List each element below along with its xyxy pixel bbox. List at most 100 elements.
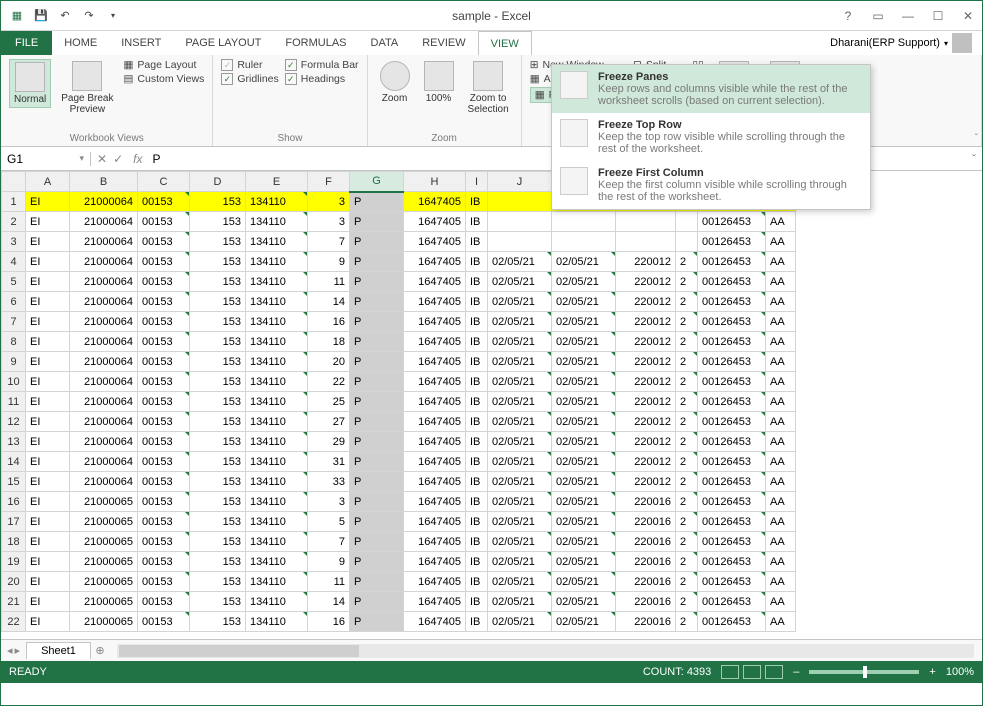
cell-I6[interactable]: IB [466,292,488,312]
cell-L15[interactable]: 220012 [616,472,676,492]
cell-N19[interactable]: 00126453 [698,552,766,572]
cell-L20[interactable]: 220016 [616,572,676,592]
cell-O20[interactable]: AA [766,572,796,592]
column-header-C[interactable]: C [138,172,190,192]
cell-C4[interactable]: 00153 [138,252,190,272]
worksheet-grid[interactable]: ABCDEFGHIJKLMNO1EI2100006400153153134110… [1,171,982,639]
cell-A3[interactable]: EI [26,232,70,252]
cell-M8[interactable]: 2 [676,332,698,352]
cell-G12[interactable]: P [350,412,404,432]
cell-N3[interactable]: 00126453 [698,232,766,252]
tab-view[interactable]: VIEW [478,31,532,55]
ruler-checkbox[interactable]: ✓Ruler [221,59,278,71]
cell-C6[interactable]: 00153 [138,292,190,312]
cell-F18[interactable]: 7 [308,532,350,552]
cell-K10[interactable]: 02/05/21 [552,372,616,392]
tab-data[interactable]: DATA [359,31,411,55]
cell-K8[interactable]: 02/05/21 [552,332,616,352]
cell-K5[interactable]: 02/05/21 [552,272,616,292]
cell-F19[interactable]: 9 [308,552,350,572]
cell-E19[interactable]: 134110 [246,552,308,572]
cell-E14[interactable]: 134110 [246,452,308,472]
cell-M4[interactable]: 2 [676,252,698,272]
cell-G5[interactable]: P [350,272,404,292]
select-all-corner[interactable] [2,172,26,192]
cell-J4[interactable]: 02/05/21 [488,252,552,272]
cell-M10[interactable]: 2 [676,372,698,392]
cell-M2[interactable] [676,212,698,232]
cell-N16[interactable]: 00126453 [698,492,766,512]
cell-M20[interactable]: 2 [676,572,698,592]
cell-N14[interactable]: 00126453 [698,452,766,472]
cell-J11[interactable]: 02/05/21 [488,392,552,412]
cell-M19[interactable]: 2 [676,552,698,572]
cell-D11[interactable]: 153 [190,392,246,412]
cell-D15[interactable]: 153 [190,472,246,492]
maximize-icon[interactable]: ☐ [924,5,952,27]
row-header-1[interactable]: 1 [2,192,26,212]
cell-A18[interactable]: EI [26,532,70,552]
cell-N4[interactable]: 00126453 [698,252,766,272]
cell-H4[interactable]: 1647405 [404,252,466,272]
expand-formula-bar-icon[interactable]: ˇ [966,152,982,166]
cell-O9[interactable]: AA [766,352,796,372]
row-header-2[interactable]: 2 [2,212,26,232]
cell-I1[interactable]: IB [466,192,488,212]
tab-insert[interactable]: INSERT [109,31,173,55]
cell-N18[interactable]: 00126453 [698,532,766,552]
cell-B18[interactable]: 21000065 [70,532,138,552]
save-icon[interactable]: 💾 [31,6,51,26]
cell-A4[interactable]: EI [26,252,70,272]
cell-M16[interactable]: 2 [676,492,698,512]
cell-K13[interactable]: 02/05/21 [552,432,616,452]
cell-H2[interactable]: 1647405 [404,212,466,232]
cell-C1[interactable]: 00153 [138,192,190,212]
help-icon[interactable]: ? [834,5,862,27]
cell-H5[interactable]: 1647405 [404,272,466,292]
cell-F6[interactable]: 14 [308,292,350,312]
cell-A9[interactable]: EI [26,352,70,372]
cell-E20[interactable]: 134110 [246,572,308,592]
cell-E12[interactable]: 134110 [246,412,308,432]
row-header-4[interactable]: 4 [2,252,26,272]
cell-D20[interactable]: 153 [190,572,246,592]
cell-C12[interactable]: 00153 [138,412,190,432]
cell-M22[interactable]: 2 [676,612,698,632]
cell-G4[interactable]: P [350,252,404,272]
cell-D8[interactable]: 153 [190,332,246,352]
cancel-formula-icon[interactable]: ✕ [97,152,107,166]
collapse-ribbon-icon[interactable]: ˇ [975,133,978,144]
cell-J13[interactable]: 02/05/21 [488,432,552,452]
cell-B16[interactable]: 21000065 [70,492,138,512]
cell-A5[interactable]: EI [26,272,70,292]
cell-D22[interactable]: 153 [190,612,246,632]
cell-B1[interactable]: 21000064 [70,192,138,212]
cell-H6[interactable]: 1647405 [404,292,466,312]
cell-N10[interactable]: 00126453 [698,372,766,392]
cell-K22[interactable]: 02/05/21 [552,612,616,632]
cell-J16[interactable]: 02/05/21 [488,492,552,512]
column-header-J[interactable]: J [488,172,552,192]
cell-O6[interactable]: AA [766,292,796,312]
row-header-20[interactable]: 20 [2,572,26,592]
cell-N15[interactable]: 00126453 [698,472,766,492]
cell-K6[interactable]: 02/05/21 [552,292,616,312]
cell-L19[interactable]: 220016 [616,552,676,572]
gridlines-checkbox[interactable]: ✓Gridlines [221,73,278,85]
cell-F13[interactable]: 29 [308,432,350,452]
cell-F4[interactable]: 9 [308,252,350,272]
cell-K21[interactable]: 02/05/21 [552,592,616,612]
cell-N9[interactable]: 00126453 [698,352,766,372]
column-header-E[interactable]: E [246,172,308,192]
cell-L22[interactable]: 220016 [616,612,676,632]
name-box[interactable]: G1 [1,152,91,166]
cell-J1[interactable] [488,192,552,212]
cell-G21[interactable]: P [350,592,404,612]
sheet-nav-prev-icon[interactable]: ◂ [7,644,13,657]
cell-L4[interactable]: 220012 [616,252,676,272]
normal-view-button[interactable]: Normal [9,59,51,108]
cell-J10[interactable]: 02/05/21 [488,372,552,392]
cell-F1[interactable]: 3 [308,192,350,212]
sheet-nav-next-icon[interactable]: ▸ [15,644,21,657]
row-header-9[interactable]: 9 [2,352,26,372]
